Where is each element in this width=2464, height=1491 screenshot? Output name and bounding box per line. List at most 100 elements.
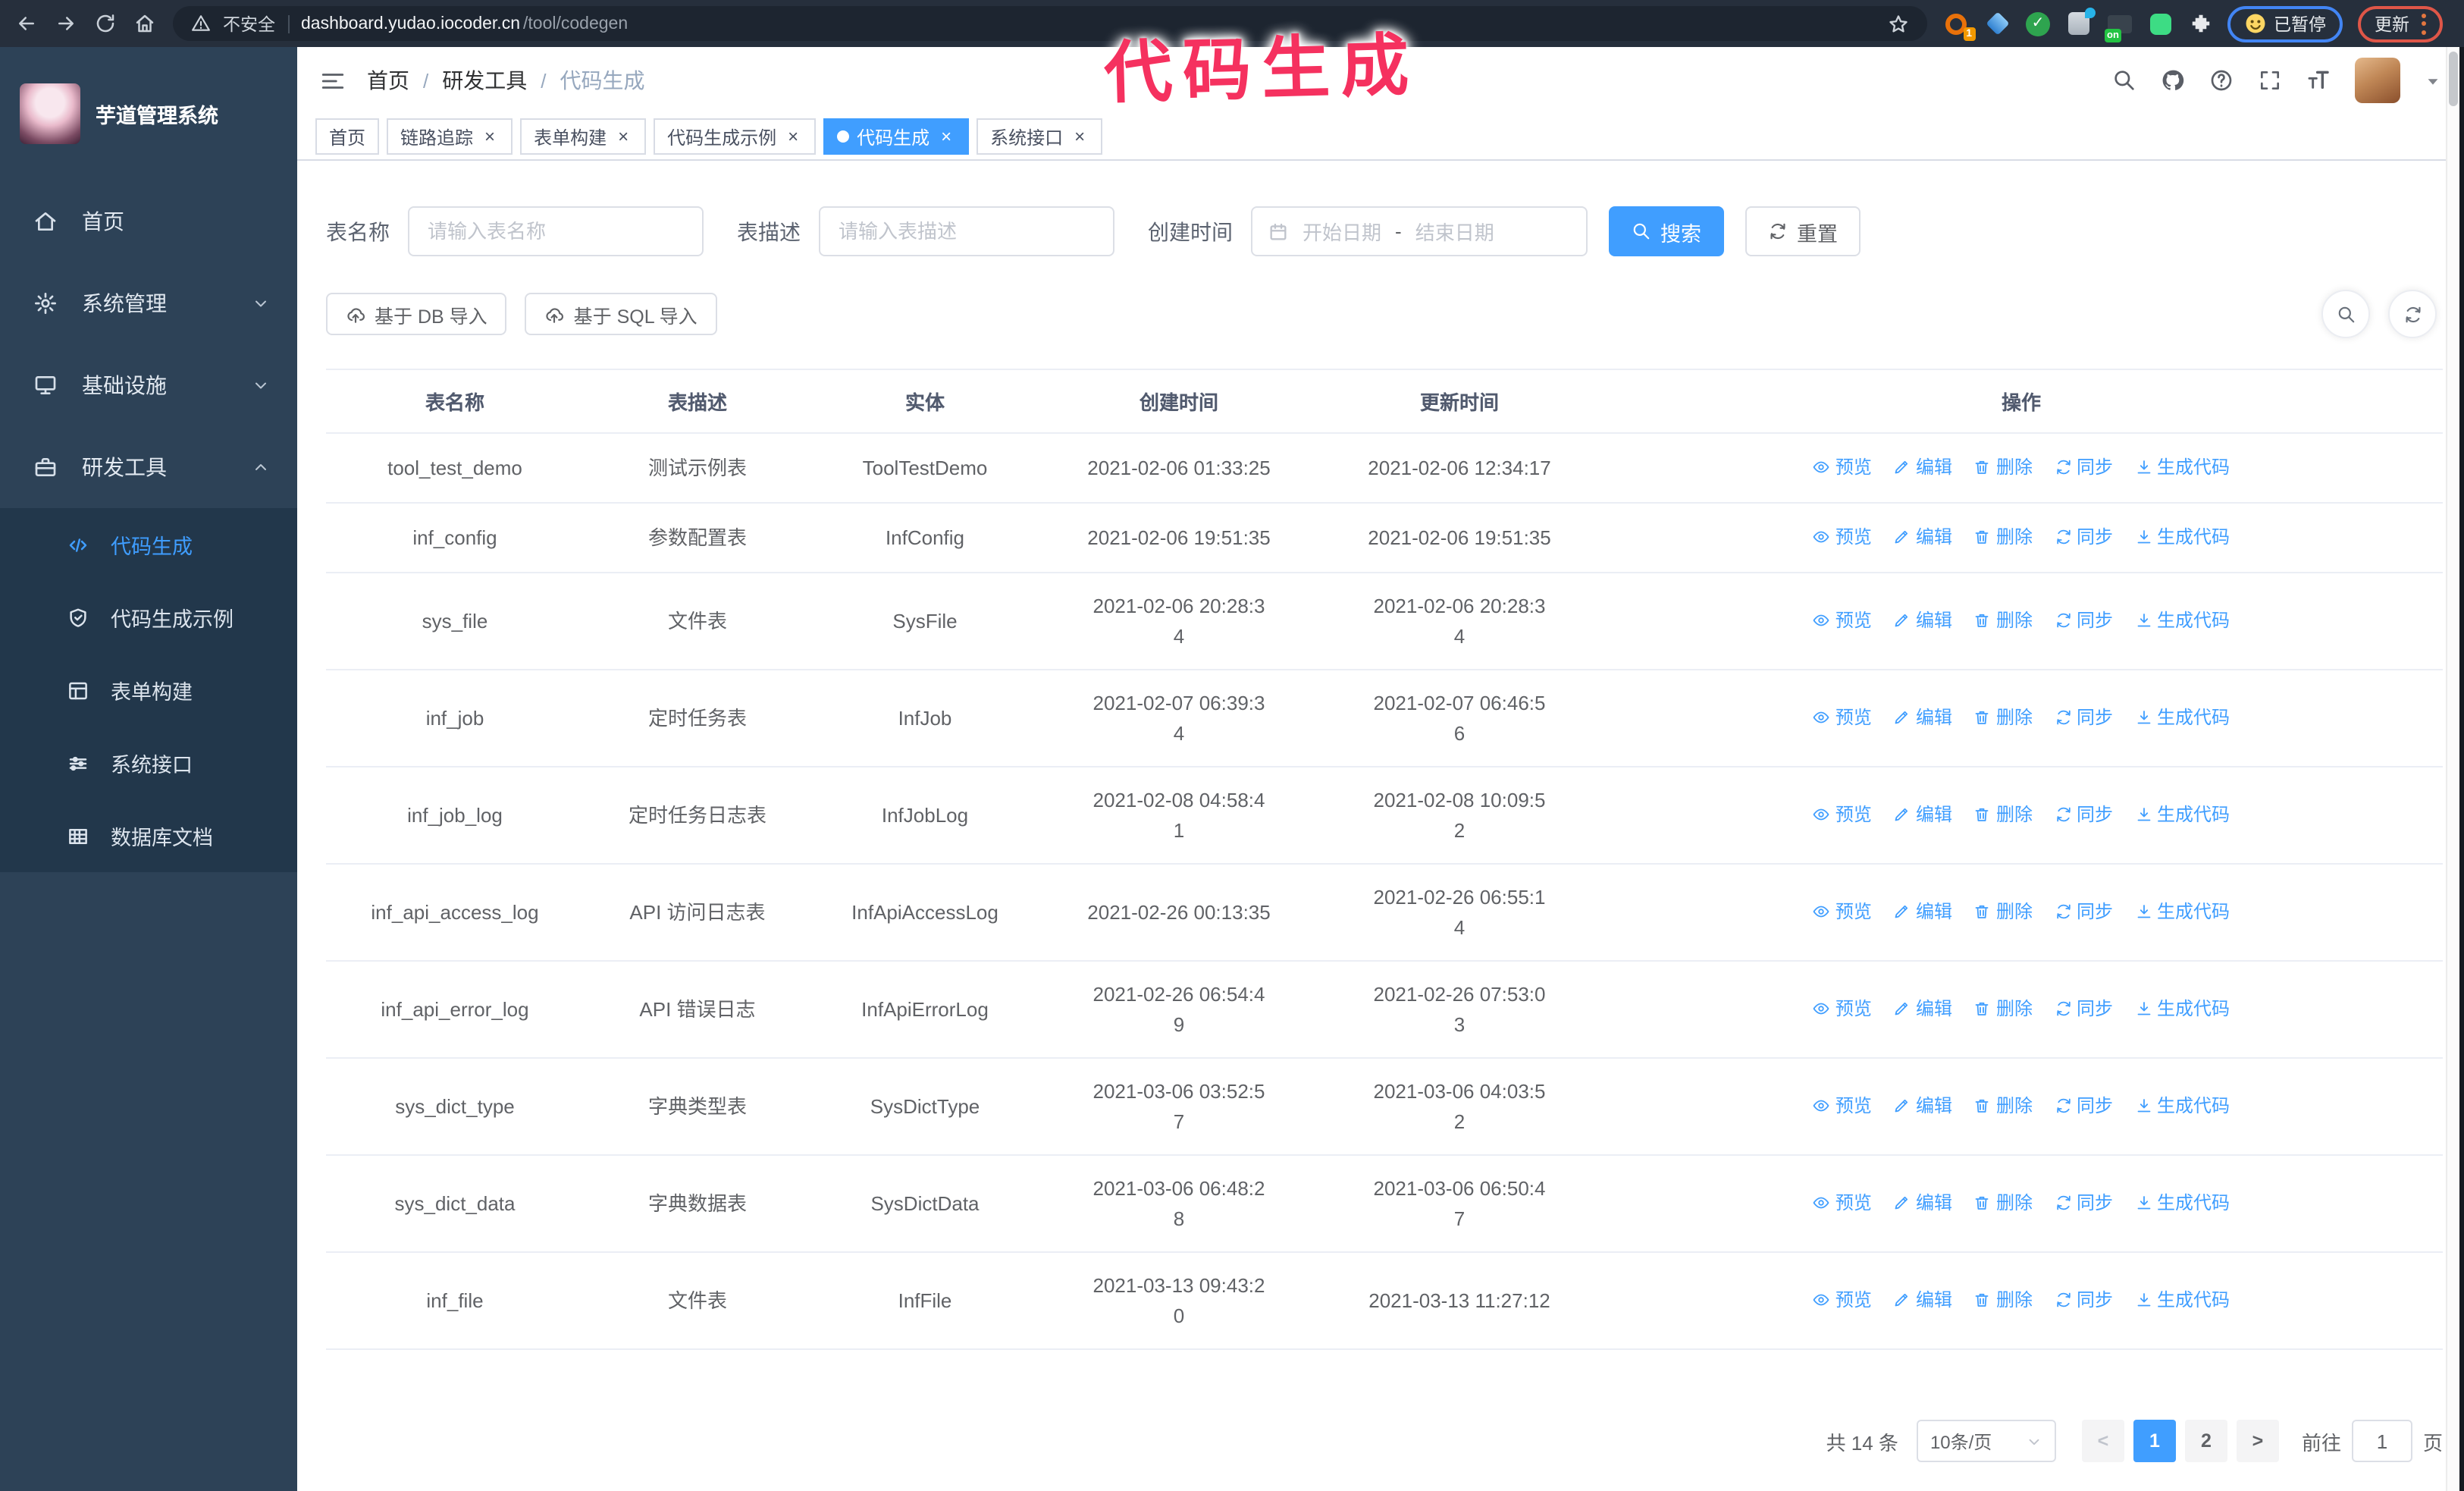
action-预览[interactable]: 预览 [1813, 702, 1872, 732]
extension-icon-check[interactable] [2025, 11, 2051, 36]
action-编辑[interactable]: 编辑 [1893, 451, 1952, 482]
tab-表单构建[interactable]: 表单构建 × [520, 118, 647, 155]
extensions-puzzle-icon[interactable] [2189, 12, 2212, 35]
action-删除[interactable]: 删除 [1973, 799, 2033, 829]
page-button-1[interactable]: 1 [2133, 1420, 2176, 1462]
toggle-search-button[interactable] [2321, 290, 2370, 338]
font-size-icon[interactable] [2306, 68, 2331, 93]
extension-icon-orange[interactable]: 1 [1943, 11, 1975, 41]
next-page-button[interactable]: > [2236, 1420, 2279, 1462]
action-编辑[interactable]: 编辑 [1893, 521, 1952, 551]
action-删除[interactable]: 删除 [1973, 1187, 2033, 1217]
action-同步[interactable]: 同步 [2054, 993, 2113, 1023]
page-button-2[interactable]: 2 [2184, 1420, 2227, 1462]
action-同步[interactable]: 同步 [2054, 604, 2113, 635]
extension-icon-dark[interactable]: on [2104, 11, 2133, 42]
action-删除[interactable]: 删除 [1973, 1090, 2033, 1120]
reload-icon[interactable] [94, 12, 117, 35]
action-生成代码[interactable]: 生成代码 [2134, 521, 2230, 551]
action-同步[interactable]: 同步 [2054, 1187, 2113, 1217]
action-生成代码[interactable]: 生成代码 [2134, 1284, 2230, 1314]
sidebar-item-代码生成[interactable]: 代码生成 [0, 508, 297, 581]
action-预览[interactable]: 预览 [1813, 896, 1872, 926]
action-预览[interactable]: 预览 [1813, 799, 1872, 829]
breadcrumb-item[interactable]: 首页 [367, 65, 409, 96]
action-生成代码[interactable]: 生成代码 [2134, 702, 2230, 732]
action-同步[interactable]: 同步 [2054, 1090, 2113, 1120]
back-icon[interactable] [15, 12, 38, 35]
help-icon[interactable] [2209, 68, 2234, 93]
sidebar-item-代码生成示例[interactable]: 代码生成示例 [0, 581, 297, 654]
action-编辑[interactable]: 编辑 [1893, 1090, 1952, 1120]
action-生成代码[interactable]: 生成代码 [2134, 1090, 2230, 1120]
action-删除[interactable]: 删除 [1973, 993, 2033, 1023]
close-icon[interactable]: × [937, 127, 955, 146]
action-编辑[interactable]: 编辑 [1893, 896, 1952, 926]
action-预览[interactable]: 预览 [1813, 604, 1872, 635]
app-logo-row[interactable]: 芋道管理系统 [0, 47, 297, 180]
action-同步[interactable]: 同步 [2054, 702, 2113, 732]
close-icon[interactable]: × [784, 127, 802, 146]
tab-代码生成示例[interactable]: 代码生成示例 × [654, 118, 817, 155]
action-生成代码[interactable]: 生成代码 [2134, 896, 2230, 926]
extension-icon-columns[interactable] [2066, 8, 2095, 36]
date-range-picker[interactable]: 开始日期 - 结束日期 [1251, 206, 1588, 256]
action-编辑[interactable]: 编辑 [1893, 702, 1952, 732]
sidebar-item-表单构建[interactable]: 表单构建 [0, 654, 297, 727]
action-生成代码[interactable]: 生成代码 [2134, 451, 2230, 482]
action-同步[interactable]: 同步 [2054, 799, 2113, 829]
tab-代码生成[interactable]: 代码生成 × [823, 118, 970, 155]
close-icon[interactable]: × [1071, 127, 1089, 146]
reset-button[interactable]: 重置 [1745, 206, 1861, 256]
caret-down-icon[interactable] [2425, 72, 2441, 89]
close-icon[interactable]: × [481, 127, 499, 146]
action-预览[interactable]: 预览 [1813, 451, 1872, 482]
action-编辑[interactable]: 编辑 [1893, 1284, 1952, 1314]
action-删除[interactable]: 删除 [1973, 702, 2033, 732]
action-同步[interactable]: 同步 [2054, 896, 2113, 926]
sidebar-item-基础设施[interactable]: 基础设施 [0, 344, 297, 426]
avatar[interactable] [2355, 58, 2400, 103]
sidebar-item-数据库文档[interactable]: 数据库文档 [0, 799, 297, 872]
fullscreen-icon[interactable] [2258, 68, 2282, 93]
action-删除[interactable]: 删除 [1973, 521, 2033, 551]
home-icon-chrome[interactable] [133, 12, 156, 35]
action-同步[interactable]: 同步 [2054, 521, 2113, 551]
action-生成代码[interactable]: 生成代码 [2134, 799, 2230, 829]
breadcrumb-item[interactable]: 研发工具 [442, 65, 527, 96]
action-预览[interactable]: 预览 [1813, 521, 1872, 551]
forward-icon[interactable] [55, 12, 77, 35]
import-sql-button[interactable]: 基于 SQL 导入 [525, 293, 717, 335]
action-编辑[interactable]: 编辑 [1893, 799, 1952, 829]
action-编辑[interactable]: 编辑 [1893, 604, 1952, 635]
action-生成代码[interactable]: 生成代码 [2134, 993, 2230, 1023]
url-bar[interactable]: 不安全 dashboard.yudao.iocoder.cn /tool/cod… [173, 6, 1926, 41]
scrollbar-thumb[interactable] [2449, 52, 2458, 106]
action-同步[interactable]: 同步 [2054, 1284, 2113, 1314]
tab-链路追踪[interactable]: 链路追踪 × [387, 118, 513, 155]
table-desc-input[interactable] [819, 206, 1114, 256]
goto-page-input[interactable] [2351, 1420, 2412, 1462]
tab-首页[interactable]: 首页 [315, 118, 380, 155]
action-删除[interactable]: 删除 [1973, 1284, 2033, 1314]
scrollbar-track[interactable] [2446, 47, 2459, 1491]
bookmark-star-icon[interactable] [1887, 13, 1908, 34]
sidebar-item-系统接口[interactable]: 系统接口 [0, 727, 297, 799]
action-删除[interactable]: 删除 [1973, 896, 2033, 926]
extension-icon-gem[interactable] [1984, 11, 2010, 36]
table-name-input[interactable] [408, 206, 704, 256]
sidebar-item-系统管理[interactable]: 系统管理 [0, 262, 297, 344]
action-预览[interactable]: 预览 [1813, 1187, 1872, 1217]
action-删除[interactable]: 删除 [1973, 451, 2033, 482]
github-icon[interactable] [2161, 68, 2185, 93]
search-icon[interactable] [2112, 68, 2136, 93]
sidebar-item-首页[interactable]: 首页 [0, 180, 297, 262]
sidebar-toggle-icon[interactable] [320, 67, 346, 93]
close-icon[interactable]: × [614, 127, 632, 146]
action-同步[interactable]: 同步 [2054, 451, 2113, 482]
extension-icon-robot[interactable] [2148, 11, 2174, 36]
tab-系统接口[interactable]: 系统接口 × [977, 118, 1103, 155]
update-button[interactable]: 更新 [2358, 5, 2443, 42]
refresh-table-button[interactable] [2388, 290, 2437, 338]
search-button[interactable]: 搜索 [1609, 206, 1724, 256]
